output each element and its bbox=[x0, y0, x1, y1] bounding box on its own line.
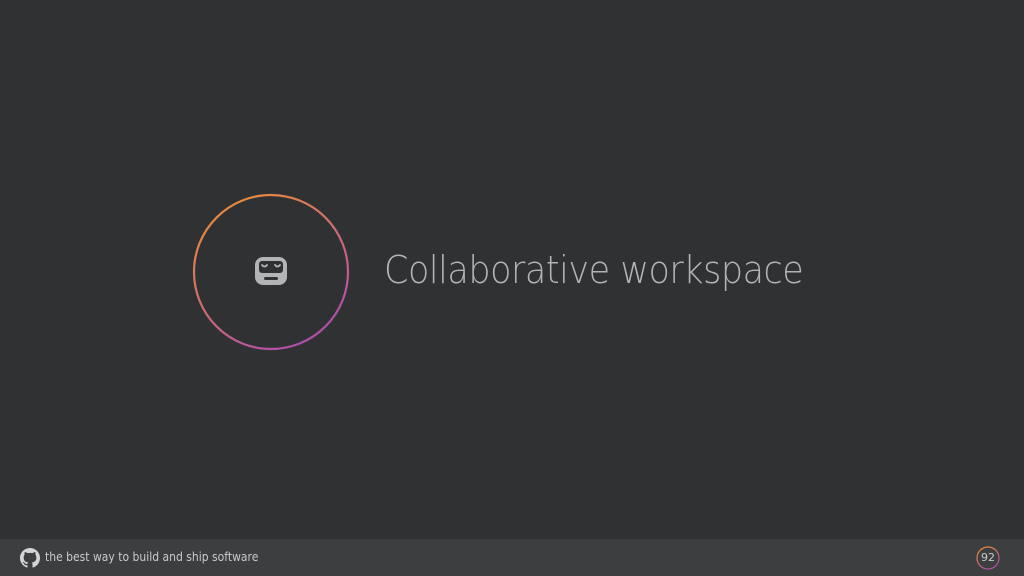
slide-title: Collaborative workspace bbox=[384, 248, 804, 292]
github-octocat-icon bbox=[20, 548, 40, 568]
gradient-ring-icon bbox=[192, 193, 350, 351]
footer-bar: the best way to build and ship software bbox=[0, 539, 1024, 576]
feature-ring bbox=[192, 193, 350, 351]
footer-tagline: the best way to build and ship software bbox=[45, 550, 259, 564]
toolbox-robot-icon bbox=[255, 257, 287, 285]
page-number: 92 bbox=[981, 551, 995, 564]
slide: Collaborative workspace the best way to … bbox=[0, 0, 1024, 576]
